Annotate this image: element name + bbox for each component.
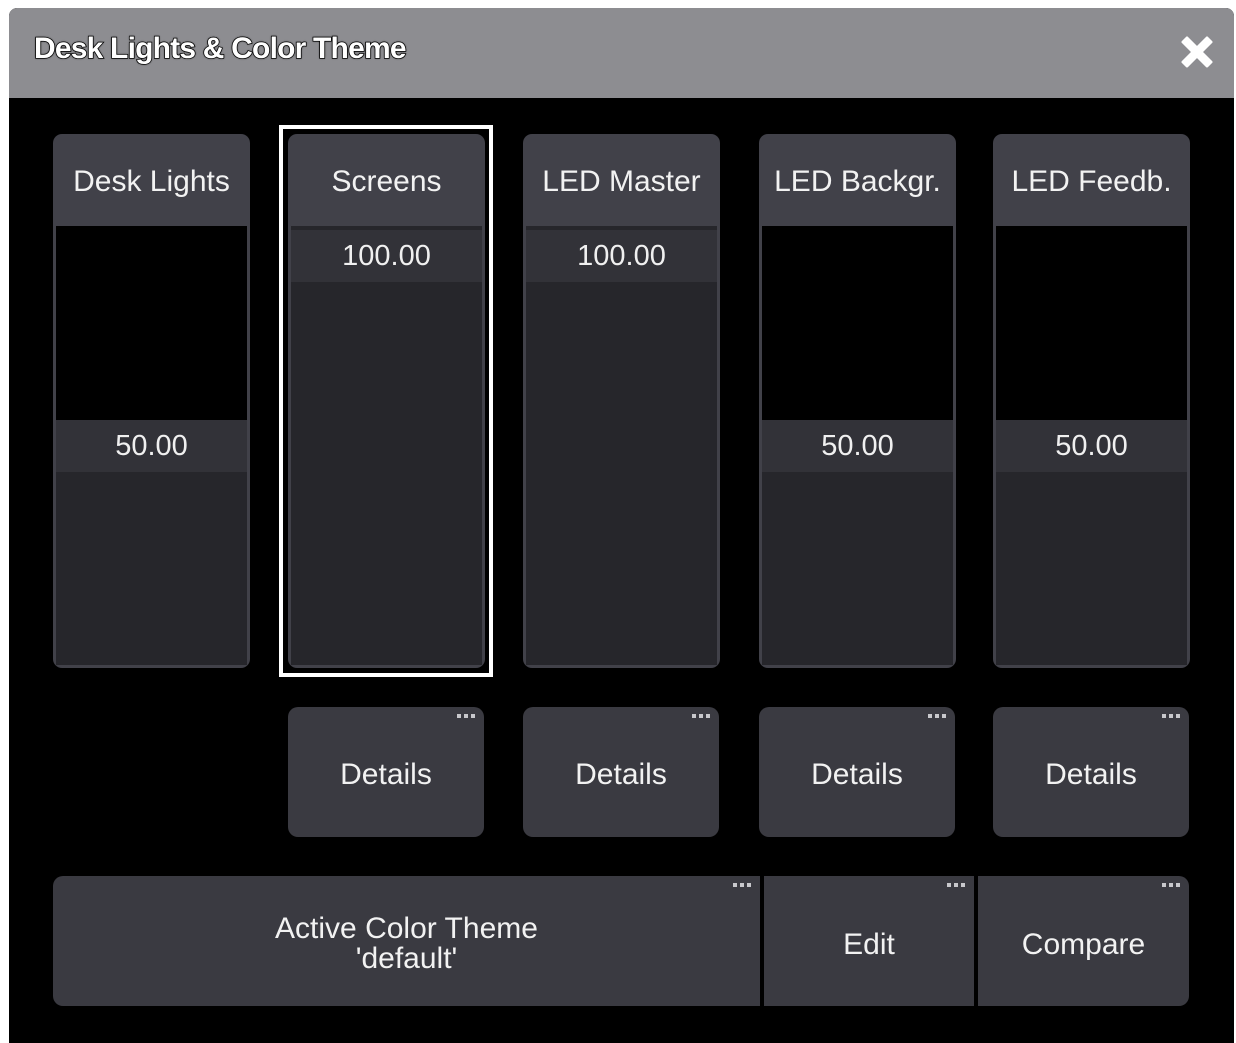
button-label: Details (575, 758, 667, 791)
led-background-details-button[interactable]: Details (759, 707, 955, 837)
fader-led-background[interactable]: LED Backgr. 50.00 (759, 134, 956, 668)
more-dots-icon (944, 883, 966, 887)
fader-track[interactable]: 100.00 (291, 226, 482, 665)
led-master-details-button[interactable]: Details (523, 707, 719, 837)
fader-track[interactable]: 100.00 (526, 226, 717, 665)
screens-details-button[interactable]: Details (288, 707, 484, 837)
color-theme-name: 'default' (355, 942, 458, 975)
led-feedback-details-button[interactable]: Details (993, 707, 1189, 837)
fader-track[interactable]: 50.00 (996, 226, 1187, 665)
button-label: Details (340, 758, 432, 791)
fader-track[interactable]: 50.00 (762, 226, 953, 665)
fader-label: Screens (331, 165, 442, 198)
fader-led-feedback[interactable]: LED Feedb. 50.00 (993, 134, 1190, 668)
button-label: Details (1045, 758, 1137, 791)
fader-fill (291, 226, 482, 665)
fader-screens[interactable]: Screens 100.00 (288, 134, 485, 668)
fader-track[interactable]: 50.00 (56, 226, 247, 665)
fader-value[interactable]: 100.00 (291, 230, 482, 282)
fader-led-master[interactable]: LED Master 100.00 (523, 134, 720, 668)
compare-theme-button[interactable]: Compare (978, 876, 1189, 1006)
more-dots-icon (1159, 883, 1181, 887)
color-theme-title: Active Color Theme (275, 912, 538, 945)
button-label: Edit (843, 928, 895, 961)
button-label: Compare (1021, 928, 1146, 961)
fader-value[interactable]: 50.00 (762, 420, 953, 472)
fader-value[interactable]: 50.00 (56, 420, 247, 472)
title-bar[interactable]: Desk Lights & Color Theme (9, 8, 1234, 98)
close-button[interactable] (1175, 30, 1219, 74)
fader-fill (526, 226, 717, 665)
window-title: Desk Lights & Color Theme (33, 31, 407, 66)
fader-desk-lights[interactable]: Desk Lights 50.00 (53, 134, 250, 668)
more-dots-icon (689, 714, 711, 718)
desk-lights-window: Desk Lights & Color Theme Desk Lights 50… (9, 8, 1234, 1043)
more-dots-icon (454, 714, 476, 718)
more-dots-icon (925, 714, 947, 718)
fader-label: Desk Lights (73, 165, 230, 198)
button-label: Details (811, 758, 903, 791)
more-dots-icon (730, 883, 752, 887)
close-x-icon (1181, 36, 1213, 68)
edit-theme-button[interactable]: Edit (764, 876, 974, 1006)
active-color-theme-button[interactable]: Active Color Theme 'default' (53, 876, 760, 1006)
more-dots-icon (1159, 714, 1181, 718)
fader-label: LED Backgr. (774, 165, 941, 198)
fader-value[interactable]: 100.00 (526, 230, 717, 282)
fader-label: LED Feedb. (1011, 165, 1172, 198)
fader-value[interactable]: 50.00 (996, 420, 1187, 472)
fader-label: LED Master (542, 165, 701, 198)
